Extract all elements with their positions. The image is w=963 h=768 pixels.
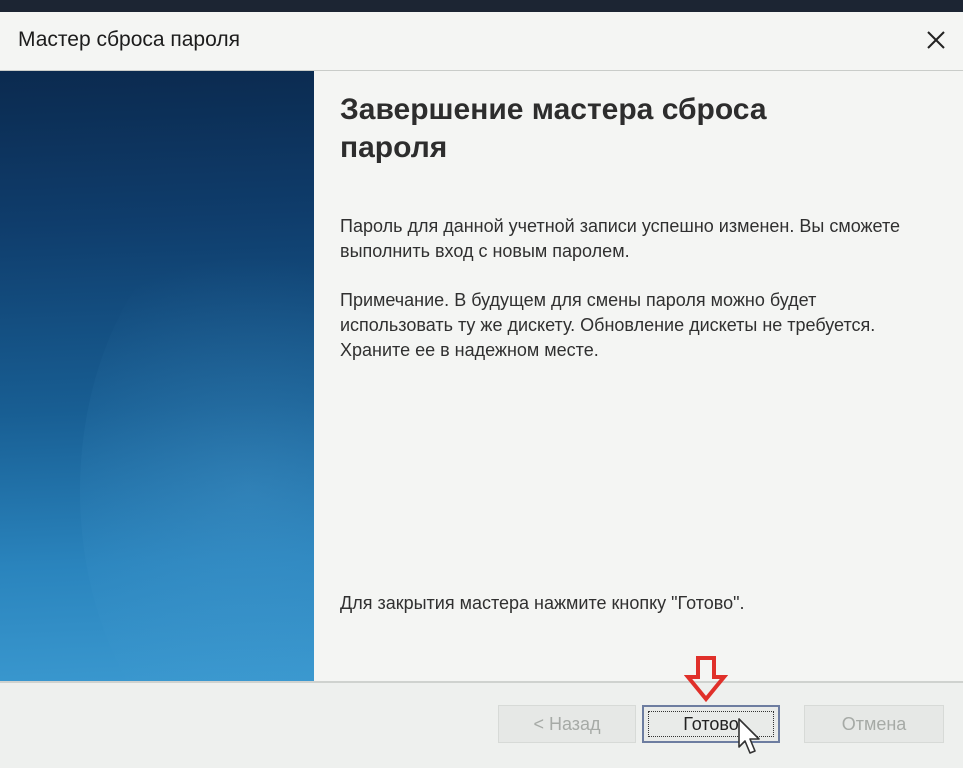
password-reset-wizard-window: Мастер сброса пароля Завершение мастера … xyxy=(0,0,963,768)
mouse-pointer-icon xyxy=(738,718,760,754)
title-bar: Мастер сброса пароля xyxy=(0,12,963,71)
success-message: Пароль для данной учетной записи успешно… xyxy=(340,216,901,261)
close-instruction: Для закрытия мастера нажмите кнопку "Гот… xyxy=(340,593,745,613)
wizard-content-pane: Завершение мастера сброса пароля Пароль … xyxy=(314,71,963,681)
screen-top-edge xyxy=(0,0,963,12)
page-title: Завершение мастера сброса пароля xyxy=(340,93,767,164)
note-message: Примечание. В будущем для смены пароля м… xyxy=(340,290,876,360)
red-down-arrow-icon xyxy=(684,656,728,703)
wizard-footer: < Назад Готово Отмена xyxy=(0,683,963,768)
back-button-label: < Назад xyxy=(533,713,601,734)
close-button[interactable] xyxy=(915,20,957,60)
cancel-button[interactable]: Отмена xyxy=(804,705,944,743)
cancel-button-label: Отмена xyxy=(841,713,907,734)
back-button[interactable]: < Назад xyxy=(498,705,636,743)
close-icon xyxy=(927,31,945,49)
window-title: Мастер сброса пароля xyxy=(18,28,240,51)
banner-glow xyxy=(80,191,314,681)
wizard-banner-image xyxy=(0,71,314,681)
